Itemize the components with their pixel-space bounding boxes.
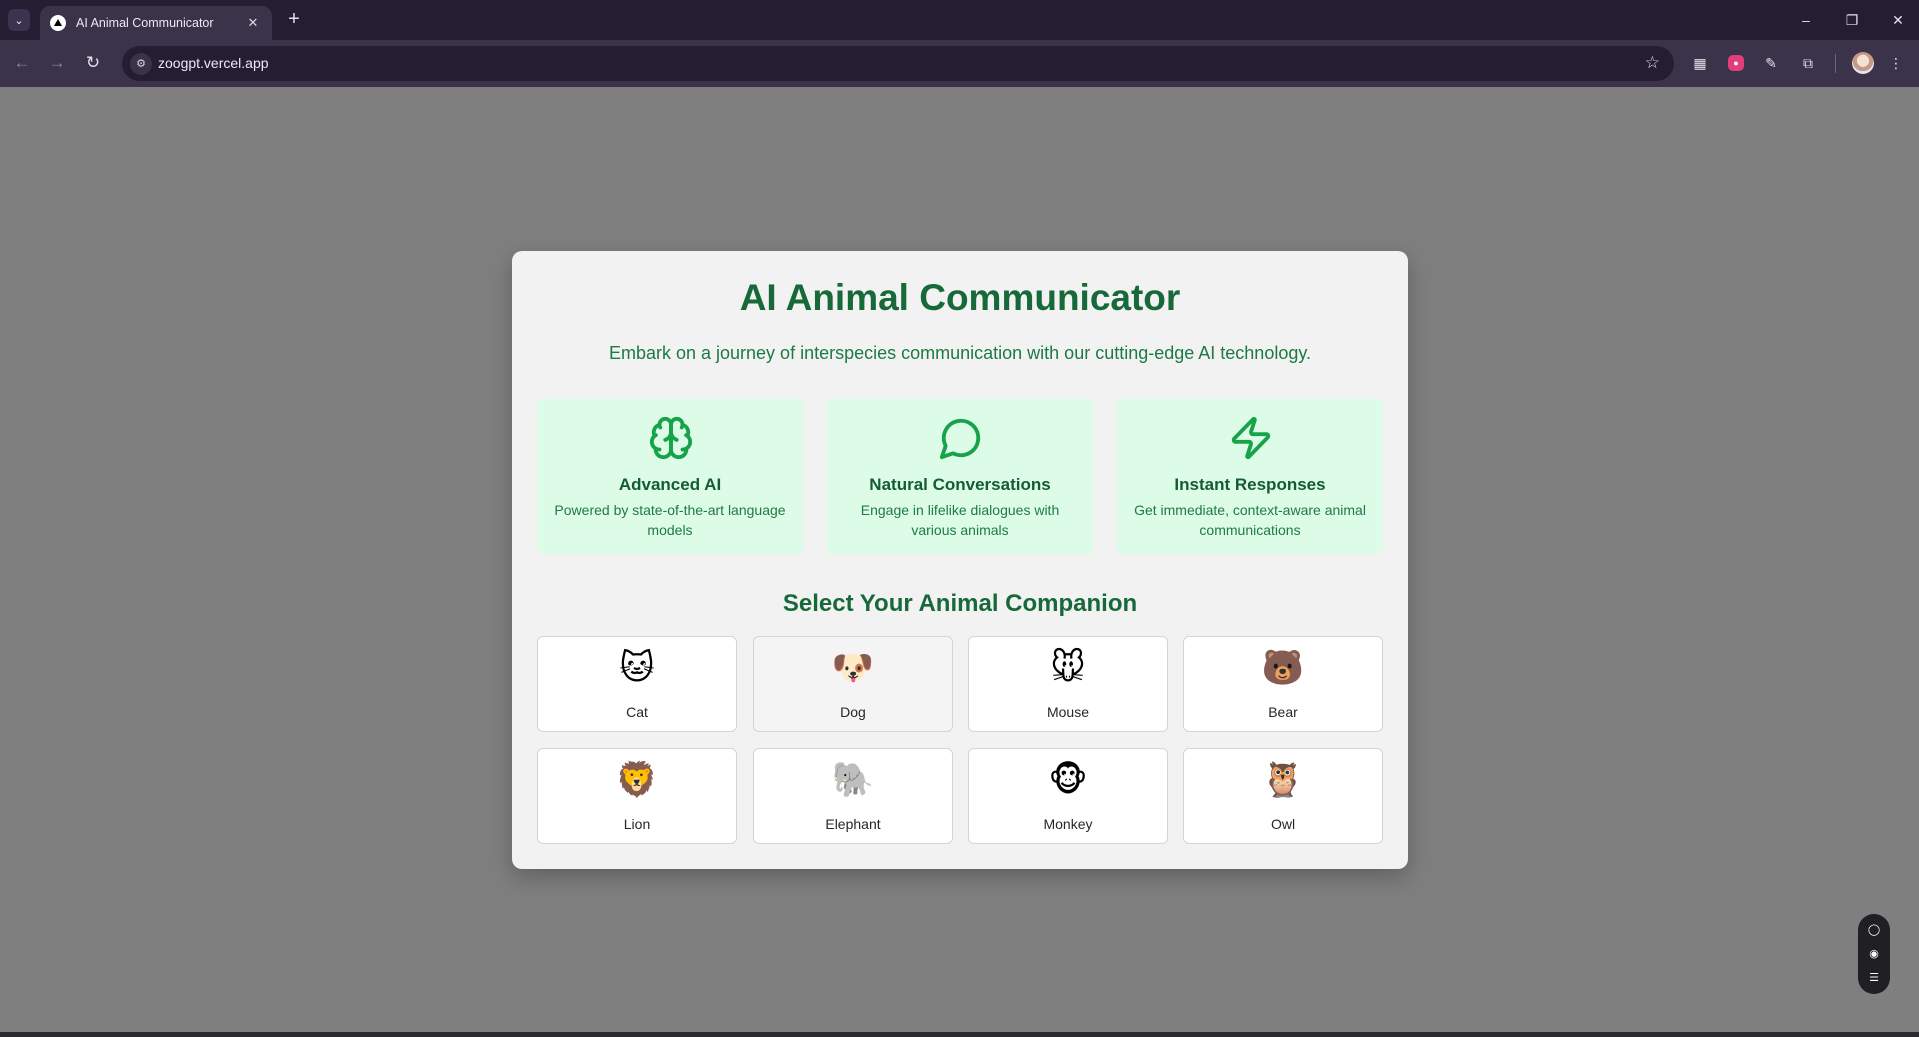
animal-button-dog[interactable]: 🐶 Dog <box>753 636 953 732</box>
animal-label: Lion <box>623 816 651 832</box>
animal-label: Monkey <box>1043 816 1093 832</box>
qr-code-extension-icon[interactable]: ▦ <box>1689 52 1711 74</box>
animal-label: Bear <box>1268 704 1298 720</box>
taskbar-edge <box>0 1032 1919 1037</box>
feature-title: Natural Conversations <box>869 475 1051 494</box>
lion-emoji-icon: 🦁 <box>615 761 659 799</box>
animal-label: Mouse <box>1046 704 1090 720</box>
browser-tab-bar: ⌄ AI Animal Communicator ✕ + – ❐ ✕ <box>0 0 1919 40</box>
section-title: Select Your Animal Companion <box>782 590 1138 617</box>
feature-description: Get immediate, context-aware animal comm… <box>1134 502 1366 538</box>
page-subtitle: Embark on a journey of interspecies comm… <box>608 343 1312 363</box>
restore-icon[interactable]: ❐ <box>1837 8 1867 32</box>
browser-toolbar: ← → ↻ ⚙ zoogpt.vercel.app ☆ ▦ ● ✎ ⧉ ⋮ <box>0 40 1919 87</box>
animal-button-mouse[interactable]: 🐭 Mouse <box>968 636 1168 732</box>
tab-search-chevron-icon[interactable]: ⌄ <box>8 9 30 31</box>
feature-title: Advanced AI <box>618 475 722 494</box>
menu-lines-icon[interactable]: ☰ <box>1858 968 1890 988</box>
monkey-emoji-icon: 🐵 <box>1048 761 1088 799</box>
back-arrow-icon[interactable]: ← <box>9 50 35 76</box>
animal-button-bear[interactable]: 🐻 Bear <box>1183 636 1383 732</box>
cat-emoji-icon: 🐱 <box>619 649 655 687</box>
animal-button-monkey[interactable]: 🐵 Monkey <box>968 748 1168 844</box>
bookmark-star-icon[interactable]: ☆ <box>1645 53 1660 73</box>
record-extension-icon[interactable]: ● <box>1728 55 1744 71</box>
feature-description: Engage in lifelike dialogues with variou… <box>860 502 1060 538</box>
feature-card-natural-conversations: Natural Conversations Engage in lifelike… <box>827 399 1093 554</box>
new-tab-plus-icon[interactable]: + <box>282 8 306 32</box>
main-card: AI Animal Communicator Embark on a journ… <box>512 251 1408 869</box>
feature-title: Instant Responses <box>1174 475 1326 494</box>
forward-arrow-icon[interactable]: → <box>44 50 70 76</box>
reload-icon[interactable]: ↻ <box>80 50 106 76</box>
profile-avatar[interactable] <box>1852 52 1874 74</box>
edit-note-extension-icon[interactable]: ✎ <box>1760 52 1782 74</box>
animal-label: Elephant <box>825 816 881 832</box>
animal-label: Dog <box>840 704 866 720</box>
vercel-favicon-icon <box>50 15 66 31</box>
floating-toolbar-widget: ◯ ◉ ☰ <box>1858 914 1890 994</box>
animal-button-cat[interactable]: 🐱 Cat <box>537 636 737 732</box>
eye-icon[interactable]: ◉ <box>1858 944 1890 964</box>
mouse-emoji-icon: 🐭 <box>1050 649 1086 687</box>
kebab-menu-icon[interactable]: ⋮ <box>1885 52 1907 74</box>
lightning-icon <box>1231 416 1271 460</box>
extensions-puzzle-icon[interactable]: ⧉ <box>1797 52 1819 74</box>
chat-bubble-icon <box>939 418 981 460</box>
window-close-icon[interactable]: ✕ <box>1883 8 1913 32</box>
feature-description: Powered by state-of-the-art language mod… <box>554 502 786 538</box>
address-bar[interactable]: ⚙ zoogpt.vercel.app ☆ <box>122 46 1674 81</box>
animal-label: Owl <box>1270 816 1296 832</box>
page-title: AI Animal Communicator <box>739 277 1181 318</box>
toolbar-divider <box>1835 54 1836 73</box>
owl-emoji-icon: 🦉 <box>1261 761 1305 799</box>
tab-title: AI Animal Communicator <box>76 16 214 30</box>
animal-button-owl[interactable]: 🦉 Owl <box>1183 748 1383 844</box>
feature-card-instant-responses: Instant Responses Get immediate, context… <box>1117 399 1383 554</box>
chat-icon[interactable]: ◯ <box>1858 920 1890 940</box>
elephant-emoji-icon: 🐘 <box>831 761 875 799</box>
feature-card-advanced-ai: Advanced AI Powered by state-of-the-art … <box>537 399 803 554</box>
dog-emoji-icon: 🐶 <box>831 649 875 687</box>
animal-label: Cat <box>626 704 648 720</box>
tab-close-icon[interactable]: ✕ <box>244 14 262 32</box>
minimize-icon[interactable]: – <box>1791 8 1821 32</box>
address-bar-url[interactable]: zoogpt.vercel.app <box>158 55 269 71</box>
animal-button-lion[interactable]: 🦁 Lion <box>537 748 737 844</box>
brain-icon <box>649 416 693 460</box>
site-info-icon[interactable]: ⚙ <box>130 53 152 75</box>
animal-button-elephant[interactable]: 🐘 Elephant <box>753 748 953 844</box>
bear-emoji-icon: 🐻 <box>1261 649 1305 687</box>
browser-tab-active[interactable]: AI Animal Communicator ✕ <box>40 6 272 40</box>
